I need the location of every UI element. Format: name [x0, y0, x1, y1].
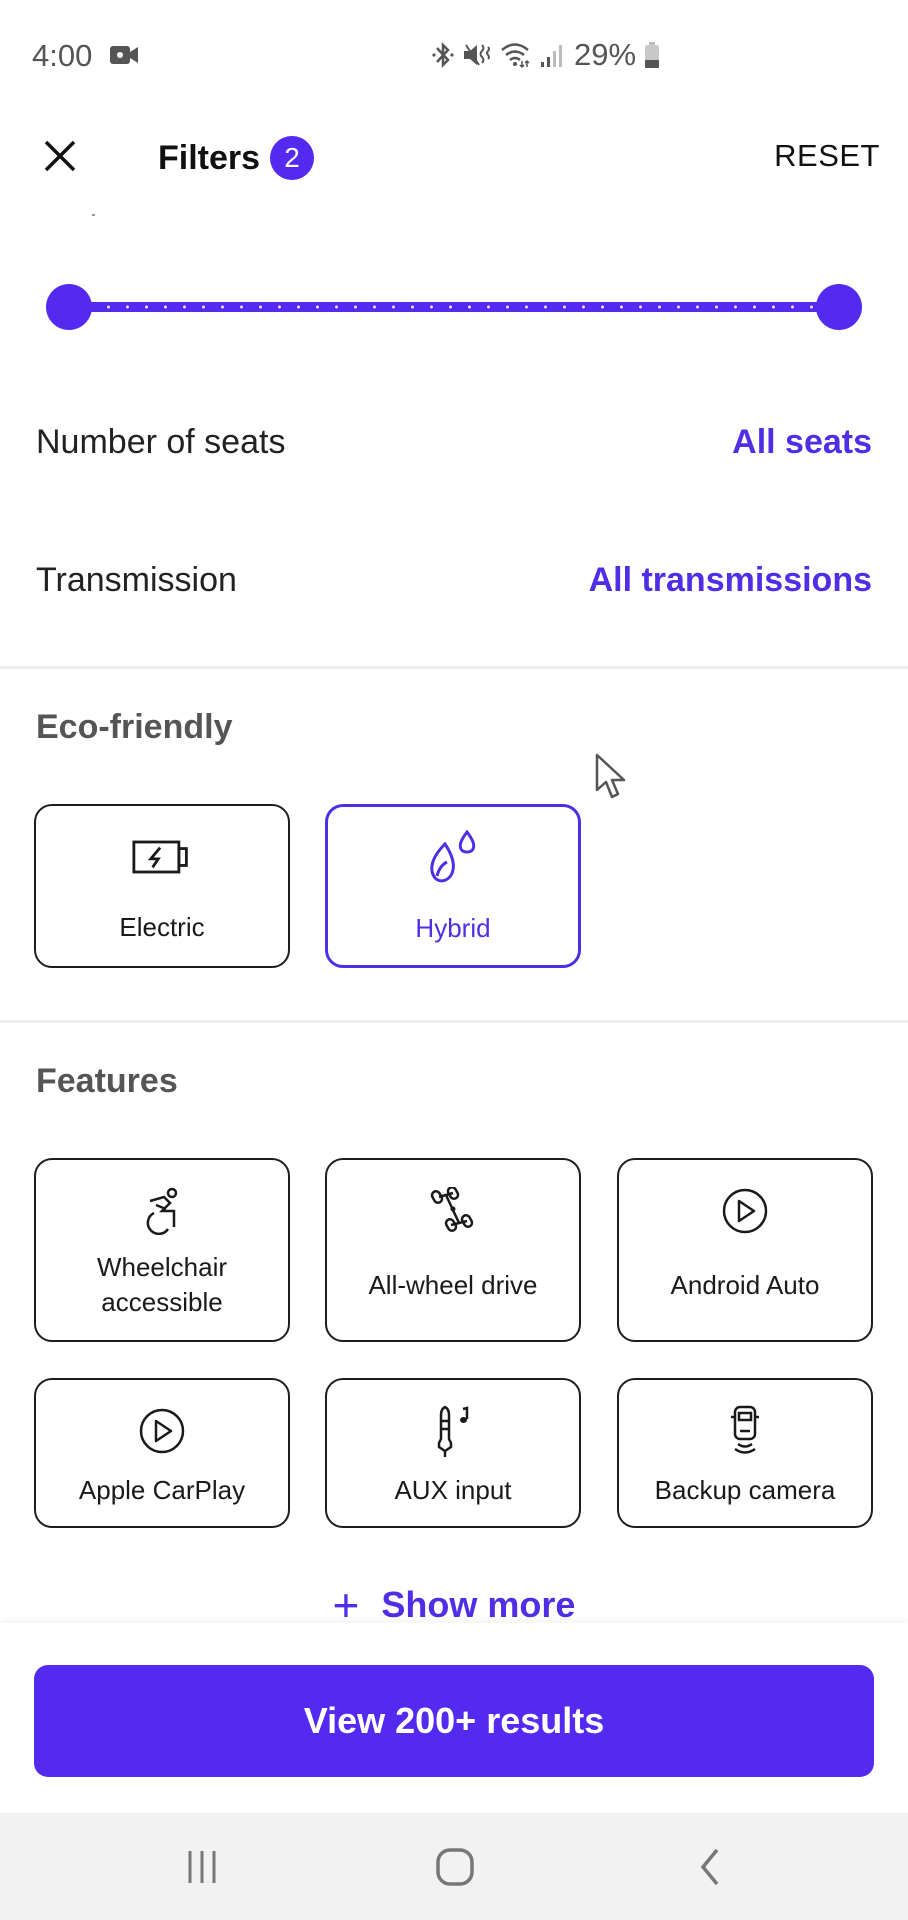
tile-label: AUX input	[394, 1475, 512, 1505]
show-more-button[interactable]: + Show more	[0, 1582, 908, 1628]
seats-row[interactable]: Number of seats All seats	[36, 412, 872, 472]
battery-icon	[644, 41, 660, 69]
tile-label: Hybrid	[415, 913, 491, 943]
feature-option-android-auto[interactable]: Android Auto	[617, 1158, 873, 1342]
feature-option-apple-carplay[interactable]: Apple CarPlay	[34, 1378, 290, 1528]
leaf-drop-icon	[423, 830, 483, 883]
tile-label: Electric	[119, 912, 205, 942]
wifi-icon	[500, 41, 532, 69]
price-range-slider[interactable]	[46, 284, 862, 330]
transmission-value-link[interactable]: All transmissions	[589, 561, 872, 600]
active-filter-count-badge: 2	[270, 136, 315, 180]
tile-label: All-wheel drive	[368, 1269, 538, 1300]
eco-option-hybrid[interactable]: Hybrid	[325, 804, 581, 968]
home-button[interactable]	[425, 1839, 485, 1895]
footer-bar: View 200+ results	[0, 1623, 908, 1813]
slider-tick-marks	[80, 305, 828, 309]
signal-icon	[540, 41, 562, 69]
close-button[interactable]	[40, 136, 80, 176]
feature-option-backup-camera[interactable]: Backup camera	[617, 1378, 873, 1528]
title-group: Filters 2	[158, 136, 315, 180]
back-button[interactable]	[680, 1839, 740, 1895]
scrolled-label-fragment	[92, 214, 95, 216]
mute-vibrate-icon	[462, 41, 492, 69]
feature-option-all-wheel-drive[interactable]: All-wheel drive	[325, 1158, 581, 1342]
eco-option-electric[interactable]: Electric	[34, 804, 290, 968]
seats-label: Number of seats	[36, 422, 286, 461]
status-bar: 4:00 29%	[0, 0, 908, 110]
home-icon	[436, 1848, 474, 1886]
view-results-button[interactable]: View 200+ results	[34, 1665, 874, 1777]
video-record-icon	[110, 44, 138, 66]
close-icon	[44, 140, 76, 172]
filters-header: Filters 2 RESET	[0, 110, 908, 200]
aux-jack-icon	[423, 1405, 483, 1457]
play-circle-icon	[132, 1406, 192, 1456]
slider-min-thumb[interactable]	[46, 284, 92, 330]
battery-charging-icon	[132, 832, 192, 882]
recent-apps-button[interactable]	[172, 1839, 232, 1895]
tile-label: Wheelchair accessible	[96, 1252, 228, 1317]
tile-label: Android Auto	[670, 1269, 820, 1300]
show-more-label: Show more	[381, 1584, 576, 1625]
feature-option-wheelchair-accessible[interactable]: Wheelchair accessible	[34, 1158, 290, 1342]
features-heading: Features	[36, 1062, 178, 1100]
back-icon	[700, 1848, 719, 1886]
status-time: 4:00	[32, 38, 93, 73]
transmission-label: Transmission	[36, 560, 237, 599]
recent-apps-icon	[188, 1851, 216, 1883]
transmission-row[interactable]: Transmission All transmissions	[36, 550, 872, 610]
plus-icon: +	[332, 1579, 360, 1631]
tile-label: Apple CarPlay	[78, 1475, 246, 1505]
eco-friendly-heading: Eco-friendly	[36, 708, 233, 746]
mouse-pointer-icon	[595, 753, 626, 799]
tile-label: Backup camera	[654, 1475, 836, 1505]
section-divider	[0, 666, 908, 669]
status-icons: 29%	[432, 36, 660, 74]
backup-camera-icon	[715, 1405, 775, 1456]
page-title: Filters	[158, 138, 261, 177]
bluetooth-icon	[432, 41, 454, 69]
seats-value-link[interactable]: All seats	[732, 423, 872, 462]
section-divider	[0, 1020, 908, 1023]
system-navigation-bar	[0, 1813, 908, 1920]
feature-option-aux-input[interactable]: AUX input	[325, 1378, 581, 1528]
reset-button[interactable]: RESET	[774, 138, 880, 174]
slider-max-thumb[interactable]	[816, 284, 862, 330]
battery-percent: 29%	[574, 37, 637, 72]
